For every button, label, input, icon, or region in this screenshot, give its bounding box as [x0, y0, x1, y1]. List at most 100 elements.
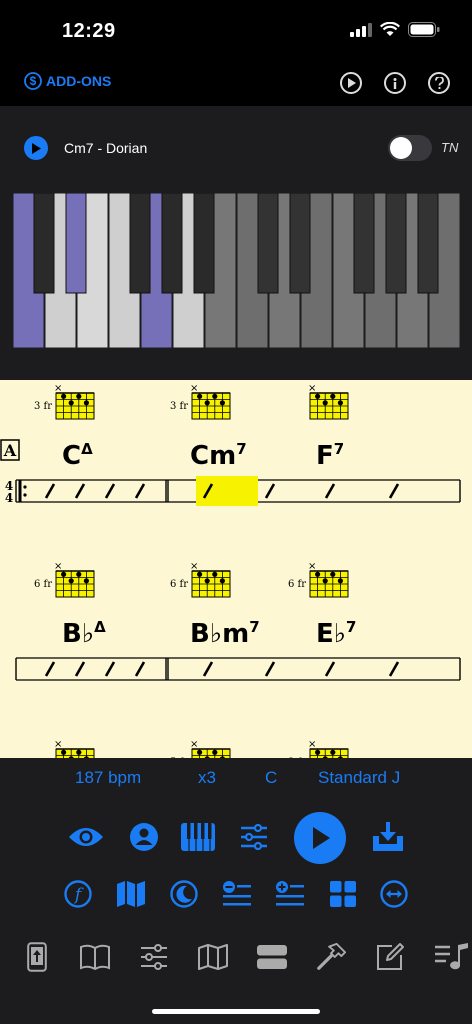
top-icons — [340, 72, 450, 94]
sliders-tab-icon[interactable] — [139, 942, 169, 972]
svg-text:$: $ — [30, 74, 37, 88]
svg-text:×: × — [308, 383, 316, 394]
list-plus-icon[interactable] — [275, 879, 305, 909]
chord-diagram[interactable]: ×3 fr — [34, 383, 95, 420]
status-time: 12:29 — [62, 20, 116, 42]
beat-slash[interactable] — [324, 661, 336, 677]
moon-icon[interactable] — [169, 879, 199, 909]
map-icon[interactable] — [116, 879, 146, 909]
beat-slash[interactable] — [264, 661, 276, 677]
beat-slash[interactable] — [324, 483, 336, 499]
music-list-icon[interactable] — [434, 942, 468, 972]
signal-icon — [350, 22, 372, 37]
info-circle-icon[interactable] — [384, 72, 406, 94]
chord-diagram[interactable]: ×5 fr — [170, 739, 231, 758]
eye-icon[interactable] — [64, 820, 108, 854]
piano-black-key[interactable] — [65, 193, 87, 294]
chord-symbol[interactable]: F7 — [316, 440, 344, 471]
fret-label: 6 fr — [170, 579, 188, 590]
phone-up-icon[interactable] — [22, 942, 52, 972]
chord-symbol[interactable]: CΔ — [62, 440, 93, 471]
play-button[interactable] — [294, 812, 346, 864]
tempo-label[interactable]: 187 bpm — [75, 768, 141, 788]
tray-download-icon[interactable] — [370, 820, 406, 854]
piano-black-key[interactable] — [33, 193, 55, 294]
sliders-icon[interactable] — [237, 820, 271, 854]
play-circle-icon[interactable] — [340, 72, 362, 94]
rehearsal-mark: A — [3, 441, 17, 460]
top-bar: $ ADD-ONS — [0, 60, 472, 106]
svg-text:×: × — [190, 739, 198, 750]
grid-icon[interactable] — [328, 879, 358, 909]
tn-toggle[interactable] — [388, 135, 432, 161]
chord-diagram[interactable]: ×6 fr — [34, 561, 95, 598]
fret-label: 3 fr — [34, 401, 52, 412]
chord-diagram[interactable]: ×3 fr — [170, 383, 231, 420]
svg-text:×: × — [190, 383, 198, 394]
beat-slash[interactable] — [74, 661, 86, 677]
lead-sheet[interactable]: A × 3 fr CΔ × 3 fr Cm7 × F7 4 4 × 6 fr B♭Δ × 6 fr B♭m7 ×… — [0, 380, 472, 758]
blocks-icon[interactable] — [257, 942, 287, 972]
piano-black-key[interactable] — [353, 193, 375, 294]
fret-label: 6 fr — [288, 579, 306, 590]
piano-black-key[interactable] — [257, 193, 279, 294]
chord-diagram[interactable]: ×3 fr — [288, 739, 349, 758]
edit-icon[interactable] — [375, 942, 405, 972]
beat-slash[interactable] — [74, 483, 86, 499]
hammer-icon[interactable] — [316, 942, 346, 972]
addons-button[interactable]: $ ADD-ONS — [24, 72, 111, 90]
svg-text:f: f — [73, 885, 84, 905]
chord-symbol[interactable]: B♭m7 — [190, 618, 260, 649]
beat-slash[interactable] — [388, 483, 400, 499]
style-label[interactable]: Standard J — [318, 768, 400, 788]
scale-play-button[interactable] — [24, 136, 48, 160]
beat-slash[interactable] — [264, 483, 276, 499]
tn-label: TN — [441, 140, 459, 155]
status-icons — [350, 22, 440, 37]
fret-label: 3 fr — [170, 401, 188, 412]
person-circle-icon[interactable] — [127, 820, 161, 854]
chord-diagram[interactable]: ×6 fr — [170, 561, 231, 598]
svg-text:×: × — [54, 383, 62, 394]
beat-slash[interactable] — [202, 661, 214, 677]
piano-black-key[interactable] — [289, 193, 311, 294]
svg-text:×: × — [54, 561, 62, 572]
piano-keyboard[interactable] — [13, 193, 471, 348]
chord-diagram[interactable]: ×6 fr — [288, 561, 349, 598]
piano-black-key[interactable] — [417, 193, 439, 294]
key-label[interactable]: C — [265, 768, 277, 788]
beat-slash[interactable] — [44, 661, 56, 677]
addons-label: ADD-ONS — [46, 73, 112, 89]
svg-text:×: × — [308, 739, 316, 750]
beat-slash[interactable] — [104, 483, 116, 499]
info-row: 187 bpm x3 C Standard J — [0, 758, 472, 798]
piano-black-key[interactable] — [193, 193, 215, 294]
status-bar: 12:29 — [0, 0, 472, 60]
beat-slash[interactable] — [44, 483, 56, 499]
time-signature-bottom: 4 — [5, 491, 13, 505]
beat-slash[interactable] — [388, 661, 400, 677]
function-icon[interactable]: f — [63, 879, 93, 909]
map-tab-icon[interactable] — [198, 942, 228, 972]
arrows-horizontal-icon[interactable] — [379, 879, 409, 909]
chord-symbol[interactable]: E♭7 — [316, 618, 356, 649]
help-circle-icon[interactable] — [428, 72, 450, 94]
piano-panel — [0, 186, 472, 380]
repeat-label[interactable]: x3 — [198, 768, 216, 788]
toggle-knob — [390, 137, 412, 159]
piano-black-key[interactable] — [385, 193, 407, 294]
piano-keys-icon[interactable] — [180, 820, 216, 854]
chord-diagram[interactable]: × — [54, 739, 95, 758]
piano-black-key[interactable] — [129, 193, 151, 294]
beat-slash[interactable] — [104, 661, 116, 677]
chord-symbol[interactable]: Cm7 — [190, 440, 247, 471]
list-minus-icon[interactable] — [222, 879, 252, 909]
chord-symbol[interactable]: B♭Δ — [62, 618, 106, 649]
chord-diagram[interactable]: × — [308, 383, 349, 420]
piano-black-key[interactable] — [161, 193, 183, 294]
beat-slash[interactable] — [134, 483, 146, 499]
book-icon[interactable] — [80, 942, 110, 972]
beat-slash[interactable] — [134, 661, 146, 677]
current-beat-highlight — [196, 476, 258, 506]
dollar-circle-icon: $ — [24, 72, 42, 90]
